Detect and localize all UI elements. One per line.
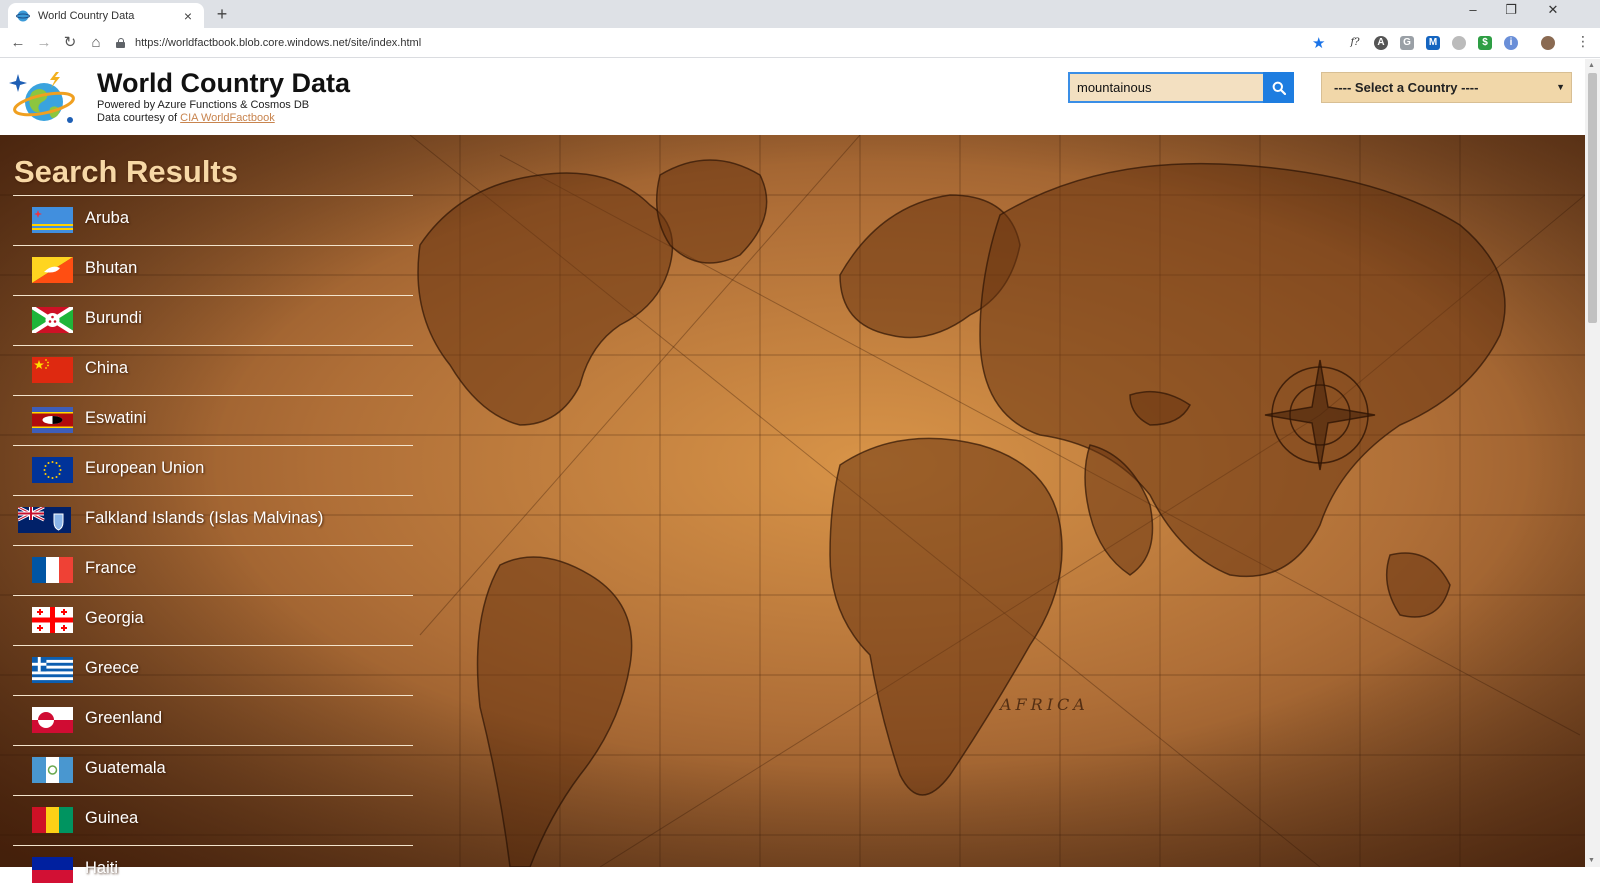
function-extension-icon[interactable]: f? — [1348, 36, 1362, 50]
data-credit-prefix: Data courtesy of — [97, 112, 181, 124]
result-item-guatemala[interactable]: Guatemala — [13, 745, 413, 795]
result-name: Haiti — [85, 859, 119, 877]
url-text: https://worldfactbook.blob.core.windows.… — [135, 37, 422, 49]
dropdown-caret-icon: ▼ — [1556, 82, 1565, 92]
page-scrollbar[interactable]: ▲ ▼ — [1585, 59, 1600, 867]
result-name: China — [85, 359, 129, 377]
search-icon — [1272, 81, 1286, 95]
browser-tab-strip: World Country Data × + – ❐ ✕ — [0, 0, 1600, 28]
bookmark-star-icon[interactable]: ★ — [1312, 34, 1325, 52]
country-select[interactable]: ---- Select a Country ---- ▼ — [1321, 72, 1572, 103]
profile-avatar[interactable] — [1541, 36, 1555, 50]
result-name: Guatemala — [85, 759, 166, 777]
result-name: Greece — [85, 659, 140, 677]
m-extension-icon[interactable]: M — [1426, 36, 1440, 50]
guinea-flag-icon — [32, 807, 73, 833]
bhutan-flag-icon — [32, 257, 73, 283]
globe-icon — [16, 10, 30, 21]
result-item-france[interactable]: France — [13, 545, 413, 595]
result-name: France — [85, 559, 137, 577]
result-item-eswatini[interactable]: Eswatini — [13, 395, 413, 445]
close-tab-icon[interactable]: × — [180, 8, 196, 24]
result-name: Greenland — [85, 709, 163, 727]
greece-flag-icon — [32, 657, 73, 683]
guatemala-flag-icon — [32, 757, 73, 783]
search-results-heading: Search Results — [14, 154, 238, 189]
result-name: Eswatini — [85, 409, 147, 427]
browser-menu-icon[interactable]: ⋮ — [1576, 33, 1590, 50]
cia-factbook-link[interactable]: CIA WorldFactbook — [180, 112, 275, 124]
result-item-greece[interactable]: Greece — [13, 645, 413, 695]
browser-tab[interactable]: World Country Data × — [8, 3, 204, 28]
result-name: Guinea — [85, 809, 139, 827]
lock-icon — [116, 38, 125, 48]
search-input[interactable] — [1068, 72, 1265, 103]
result-item-greenland[interactable]: Greenland — [13, 695, 413, 745]
site-title: World Country Data — [97, 68, 351, 98]
grammar-extension-icon[interactable]: G — [1400, 36, 1414, 50]
new-tab-button[interactable]: + — [212, 4, 232, 25]
result-list: Aruba Bhutan Burundi China Eswatini Euro… — [13, 195, 413, 895]
result-name: Georgia — [85, 609, 144, 627]
info-extension-icon[interactable]: i — [1504, 36, 1518, 50]
url-field[interactable]: https://worldfactbook.blob.core.windows.… — [116, 32, 1311, 54]
result-item-georgia[interactable]: Georgia — [13, 595, 413, 645]
result-item-guinea[interactable]: Guinea — [13, 795, 413, 845]
site-header: World Country Data Powered by Azure Func… — [0, 59, 1585, 135]
forward-button[interactable]: → — [34, 33, 54, 53]
result-name: Bhutan — [85, 259, 138, 277]
burundi-flag-icon — [32, 307, 73, 333]
globe-logo-icon — [9, 72, 75, 123]
scroll-up-icon[interactable]: ▲ — [1588, 62, 1595, 69]
result-item-burundi[interactable]: Burundi — [13, 295, 413, 345]
circle-extension-icon[interactable] — [1452, 36, 1466, 50]
minimize-button[interactable]: – — [1458, 2, 1488, 17]
address-bar: ← → ↻ ⌂ https://worldfactbook.blob.core.… — [0, 28, 1600, 58]
result-item-aruba[interactable]: Aruba — [13, 195, 413, 245]
back-button[interactable]: ← — [8, 33, 28, 53]
country-select-label: ---- Select a Country ---- — [1334, 80, 1479, 95]
tab-title: World Country Data — [38, 9, 135, 22]
result-name: European Union — [85, 459, 205, 477]
close-window-button[interactable]: ✕ — [1538, 2, 1568, 18]
france-flag-icon — [32, 557, 73, 583]
restore-button[interactable]: ❐ — [1496, 2, 1526, 18]
georgia-flag-icon — [32, 607, 73, 633]
falklands-flag-icon — [18, 507, 71, 533]
china-flag-icon — [32, 357, 73, 383]
eu-flag-icon — [32, 457, 73, 483]
aruba-flag-icon — [32, 207, 73, 233]
result-item-bhutan[interactable]: Bhutan — [13, 245, 413, 295]
result-item-haiti[interactable]: Haiti — [13, 845, 413, 895]
green-extension-icon[interactable]: $ — [1478, 36, 1492, 50]
result-name: Falkland Islands (Islas Malvinas) — [85, 509, 324, 527]
scroll-thumb[interactable] — [1588, 73, 1597, 323]
greenland-flag-icon — [32, 707, 73, 733]
scroll-down-icon[interactable]: ▼ — [1588, 857, 1595, 864]
reload-button[interactable]: ↻ — [60, 33, 80, 53]
result-item-china[interactable]: China — [13, 345, 413, 395]
result-name: Burundi — [85, 309, 142, 327]
haiti-flag-icon — [32, 857, 73, 883]
result-item-falkland-islands[interactable]: Falkland Islands (Islas Malvinas) — [13, 495, 413, 545]
eswatini-flag-icon — [32, 407, 73, 433]
home-icon[interactable]: ⌂ — [86, 33, 106, 53]
site-subtitle: Powered by Azure Functions & Cosmos DB — [97, 99, 310, 111]
result-item-european-union[interactable]: European Union — [13, 445, 413, 495]
result-name: Aruba — [85, 209, 130, 227]
data-credit: Data courtesy of CIA WorldFactbook — [97, 112, 275, 124]
search-button[interactable] — [1263, 72, 1294, 103]
shield-extension-icon[interactable]: A — [1374, 36, 1388, 50]
